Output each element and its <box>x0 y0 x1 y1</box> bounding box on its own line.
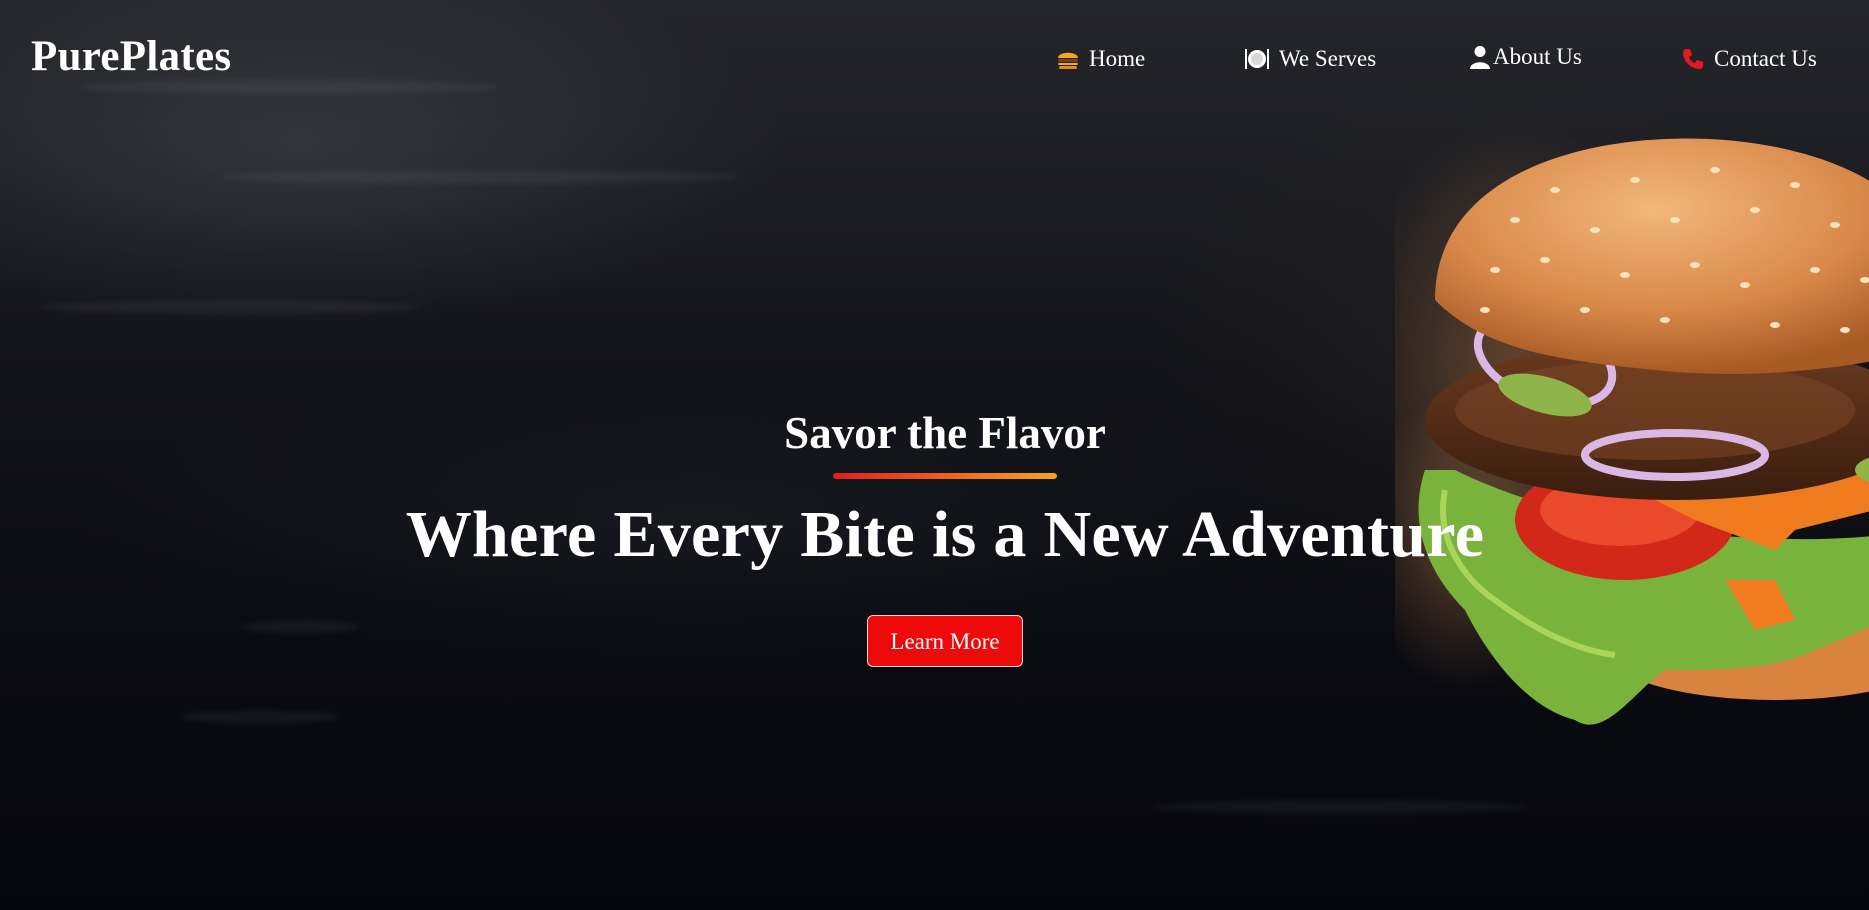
phone-icon <box>1681 47 1705 71</box>
background-texture <box>40 300 420 314</box>
user-icon <box>1470 45 1490 69</box>
nav-item-label: Home <box>1089 46 1146 71</box>
brand-logo[interactable]: PurePlates <box>31 31 231 83</box>
plate-cutlery-icon <box>1244 46 1270 72</box>
hero-headline: Where Every Bite is a New Adventure <box>405 498 1485 571</box>
nav-item-about-us[interactable]: About Us <box>1470 42 1582 72</box>
background-texture <box>1150 800 1530 814</box>
navbar: PurePlates Home We Serves About Us Conta… <box>0 0 1869 110</box>
hero-content: Savor the Flavor Where Every Bite is a N… <box>0 405 1869 667</box>
background-texture <box>180 710 340 724</box>
hero-section: PurePlates Home We Serves About Us Conta… <box>0 0 1869 910</box>
hero-subtitle: Savor the Flavor <box>784 408 1106 458</box>
learn-more-button[interactable]: Learn More <box>867 615 1023 667</box>
subtitle-underline <box>833 473 1057 479</box>
nav-item-label: We Serves <box>1279 46 1377 71</box>
burger-icon <box>1056 48 1080 70</box>
nav-item-home[interactable]: Home <box>1056 44 1145 74</box>
background-texture <box>220 170 740 184</box>
nav-item-label: Contact Us <box>1714 46 1817 71</box>
nav-item-we-serves[interactable]: We Serves <box>1244 44 1376 74</box>
nav-item-label: About Us <box>1493 44 1582 69</box>
nav-item-contact-us[interactable]: Contact Us <box>1681 44 1817 74</box>
